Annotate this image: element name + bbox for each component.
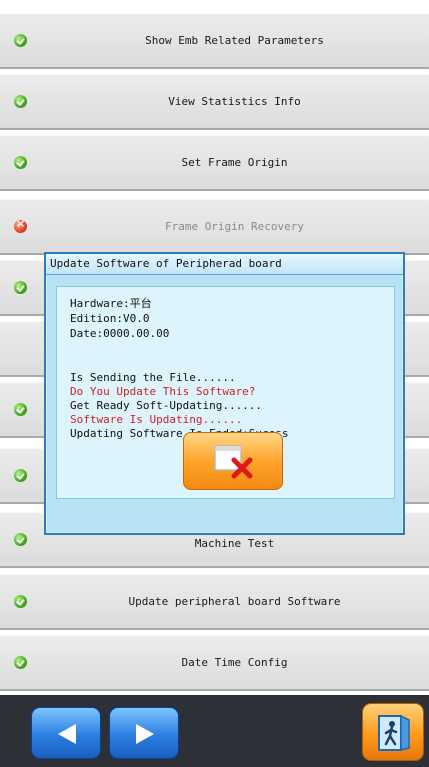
error-status-icon [14,217,27,233]
ok-status-icon [14,94,27,108]
exit-button[interactable] [362,703,424,761]
menu-item-label: View Statistics Info [168,95,301,108]
status-line: Software Is Updating...... [70,413,243,426]
ok-status-icon [14,532,27,546]
menu-item-date-time-config[interactable]: Date Time Config [0,635,429,691]
menu-item-view-statistics[interactable]: View Statistics Info [0,74,429,130]
ok-status-icon [14,594,27,608]
ok-status-icon [14,33,27,47]
menu-item-update-peripheral-software[interactable]: Update peripheral board Software [0,574,429,630]
exit-door-icon [378,714,410,751]
menu-item-label: Set Frame Origin [181,156,288,169]
update-software-dialog: Update Software of Peripherad board Hard… [44,252,405,535]
dialog-title: Update Software of Peripherad board [46,254,403,275]
status-line: Do You Update This Software? [70,385,256,398]
hardware-info: Hardware:平台 [70,297,152,310]
arrow-right-icon [136,724,154,744]
menu-item-label: Show Emb Related Parameters [145,34,324,47]
date-info: Date:0000.00.00 [70,327,170,340]
menu-item-set-frame-origin[interactable]: Set Frame Origin [0,135,429,191]
edition-info: Edition:V0.0 [70,312,150,325]
ok-status-icon [14,655,27,669]
menu-item-label: Frame Origin Recovery [164,220,305,233]
menu-item-frame-origin-recovery[interactable]: Frame Origin Recovery [0,199,429,255]
ok-status-icon [14,468,27,482]
arrow-left-icon [58,724,76,744]
status-line: Get Ready Soft-Updating...... [70,399,263,412]
ok-status-icon [14,155,27,169]
next-page-button[interactable] [109,707,179,759]
ok-status-icon [14,402,27,416]
ok-status-icon [14,280,27,294]
previous-page-button[interactable] [31,707,101,759]
menu-item-show-emb-params[interactable]: Show Emb Related Parameters [0,13,429,69]
close-dialog-button[interactable] [183,432,283,490]
bottom-toolbar [0,695,429,767]
menu-item-label: Update peripheral board Software [128,595,341,608]
status-line: Is Sending the File...... [70,371,236,384]
menu-item-label: Date Time Config [181,656,288,669]
close-window-icon [214,445,253,479]
